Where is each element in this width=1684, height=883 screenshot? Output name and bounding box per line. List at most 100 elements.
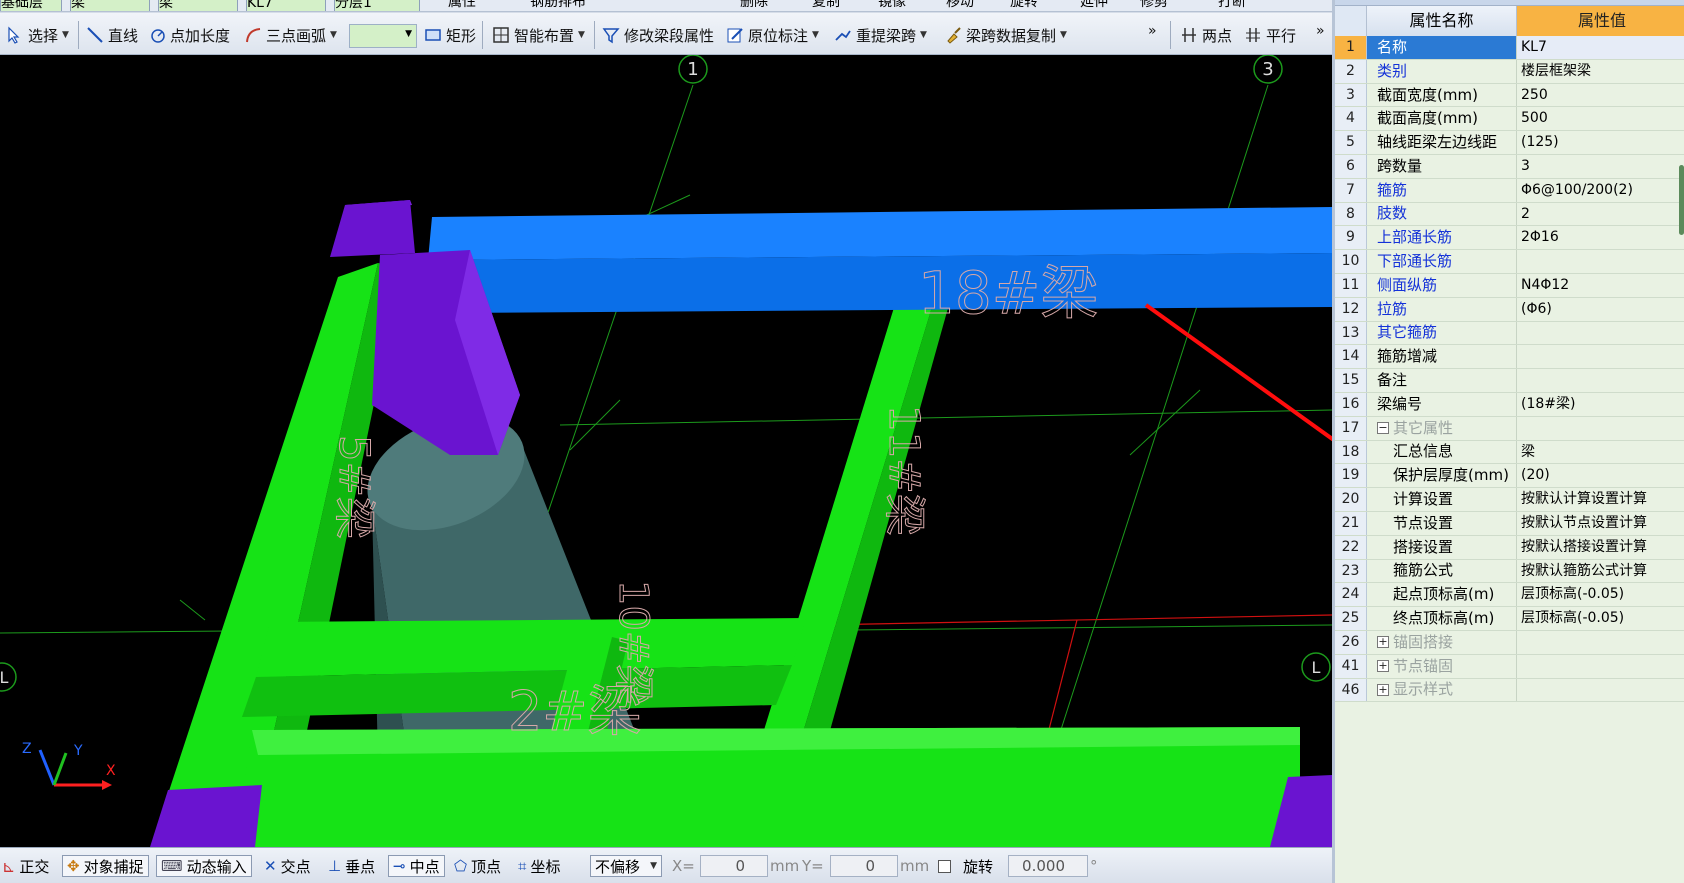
property-row[interactable]: 7 箍筋 Φ6@100/200(2) (1335, 178, 1684, 203)
attr-button[interactable]: 属性 (448, 0, 476, 11)
column-header-value[interactable]: 属性值 (1517, 6, 1684, 36)
property-row[interactable]: 23 箍筋公式 按默认箍筋公式计算 (1335, 559, 1684, 584)
property-value[interactable]: Φ6@100/200(2) (1517, 179, 1684, 202)
rebar-layout-button[interactable]: 钢筋排布 (530, 0, 586, 11)
ortho-toggle[interactable]: ⊾ 正交 (2, 855, 49, 877)
layer-combo[interactable]: 分层1 (334, 0, 420, 11)
property-value[interactable] (1517, 250, 1684, 273)
dropdown-arrow-icon[interactable]: ▼ (62, 30, 69, 40)
3d-viewport[interactable]: 1 3 L L 18#梁 2#梁 5#梁 11#梁 10#梁 X Z Y (0, 55, 1332, 847)
property-value[interactable]: KL7 (1517, 36, 1684, 59)
property-value[interactable]: 2Φ16 (1517, 226, 1684, 249)
snap-toggle[interactable]: ✥ 对象捕捉 (62, 855, 149, 877)
rotate-checkbox[interactable]: 旋转 (938, 855, 993, 877)
property-row[interactable]: 22 搭接设置 按默认搭接设置计算 (1335, 535, 1684, 560)
property-row[interactable]: 20 计算设置 按默认计算设置计算 (1335, 488, 1684, 512)
property-row[interactable]: 21 节点设置 按默认节点设置计算 (1335, 511, 1684, 536)
property-row[interactable]: 25 终点顶标高(m) 层顶标高(-0.05) (1335, 607, 1684, 631)
property-row[interactable]: 18 汇总信息 梁 (1335, 440, 1684, 465)
property-value[interactable]: 按默认搭接设置计算 (1517, 536, 1684, 559)
property-value[interactable] (1517, 631, 1684, 654)
x-input[interactable]: 0 (700, 855, 768, 877)
property-value[interactable]: 梁 (1517, 441, 1684, 464)
perpendicular-snap[interactable]: ⊥ 垂点 (328, 855, 375, 877)
property-value[interactable]: (20) (1517, 464, 1684, 487)
copy-span-data-tool[interactable]: 梁跨数据复制 ▼ (944, 23, 1067, 47)
property-row[interactable]: 11 侧面纵筋 N4Φ12 (1335, 273, 1684, 298)
property-value[interactable]: 按默认计算设置计算 (1517, 488, 1684, 511)
arc-tool[interactable]: 三点画弧 ▼ (244, 23, 337, 47)
property-row[interactable]: 15 备注 (1335, 369, 1684, 393)
dropdown-arrow-icon[interactable]: ▼ (920, 30, 927, 40)
offset-mode-select[interactable]: 不偏移 ▼ (590, 855, 662, 877)
property-row[interactable]: 13 其它箍筋 (1335, 321, 1684, 346)
property-row[interactable]: 3 截面宽度(mm) 250 (1335, 83, 1684, 108)
re-extract-span-tool[interactable]: 重提梁跨 ▼ (834, 23, 927, 47)
property-value[interactable]: 按默认箍筋公式计算 (1517, 560, 1684, 583)
property-value[interactable]: 按默认节点设置计算 (1517, 512, 1684, 535)
y-input[interactable]: 0 (830, 855, 898, 877)
expand-icon[interactable]: + (1377, 660, 1389, 673)
property-row[interactable]: 8 肢数 2 (1335, 202, 1684, 227)
property-row[interactable]: 17− 其它属性 (1335, 416, 1684, 441)
property-value[interactable]: 500 (1517, 107, 1684, 130)
dropdown-arrow-icon[interactable]: ▼ (1060, 30, 1067, 40)
property-value[interactable]: (18#梁) (1517, 393, 1684, 416)
property-row[interactable]: 16 梁编号 (18#梁) (1335, 392, 1684, 417)
coordinate-snap[interactable]: ⌗ 坐标 (518, 855, 560, 877)
floor-combo[interactable]: 基础层 (0, 0, 62, 11)
two-point-tool[interactable]: 两点 (1180, 23, 1232, 47)
name-combo[interactable]: KL7 (246, 0, 326, 11)
rect-tool[interactable]: 矩形 (424, 23, 476, 47)
subtype-combo[interactable]: 梁 (158, 0, 238, 11)
property-row[interactable]: 9 上部通长筋 2Φ16 (1335, 226, 1684, 251)
modify-span-tool[interactable]: 修改梁段属性 (602, 23, 714, 47)
property-value[interactable]: (125) (1517, 131, 1684, 154)
property-value[interactable]: 2 (1517, 203, 1684, 226)
property-value[interactable]: 楼层框架梁 (1517, 60, 1684, 83)
trim-button[interactable]: 修剪 (1140, 0, 1168, 11)
intersection-snap[interactable]: ✕ 交点 (264, 855, 311, 877)
property-row[interactable]: 1 名称 KL7 (1335, 36, 1684, 60)
column-header-name[interactable]: 属性名称 (1367, 6, 1517, 36)
property-row[interactable]: 2 类别 楼层框架梁 (1335, 59, 1684, 84)
mirror-button[interactable]: 镜像 (878, 0, 906, 11)
property-value[interactable]: 250 (1517, 84, 1684, 107)
property-value[interactable]: N4Φ12 (1517, 274, 1684, 297)
expand-icon[interactable]: + (1377, 683, 1389, 696)
dropdown-arrow-icon[interactable]: ▼ (578, 30, 585, 40)
model-canvas[interactable]: 1 3 L L 18#梁 2#梁 5#梁 11#梁 10#梁 X Z Y (0, 55, 1332, 847)
property-value[interactable] (1517, 655, 1684, 678)
property-row[interactable]: 46 + 显示样式 (1335, 678, 1684, 703)
more-tools-button-2[interactable]: » (1316, 19, 1325, 43)
property-value[interactable] (1517, 369, 1684, 392)
point-length-tool[interactable]: 点加长度 (148, 23, 230, 47)
property-value[interactable]: 层顶标高(-0.05) (1517, 607, 1684, 630)
type-combo[interactable]: 梁 (70, 0, 150, 11)
property-row[interactable]: 6 跨数量 3 (1335, 154, 1684, 179)
smart-layout-tool[interactable]: 智能布置 ▼ (492, 23, 585, 47)
beam-18[interactable] (428, 207, 1332, 313)
dropdown-arrow-icon[interactable]: ▼ (812, 30, 819, 40)
dynamic-input-toggle[interactable]: ⌨ 动态输入 (156, 855, 252, 877)
bottom-beam[interactable] (235, 727, 1300, 847)
property-row[interactable]: 26 + 锚固搭接 (1335, 630, 1684, 655)
rotate-input[interactable]: 0.000 (1008, 855, 1088, 877)
property-row[interactable]: 41 + 节点锚固 (1335, 654, 1684, 679)
column-bottom-left[interactable] (150, 785, 262, 847)
scrollbar-thumb[interactable] (1679, 165, 1684, 235)
property-value[interactable] (1517, 417, 1684, 440)
property-value[interactable]: 层顶标高(-0.05) (1517, 583, 1684, 606)
in-place-label-tool[interactable]: 原位标注 ▼ (726, 23, 819, 47)
more-tools-button[interactable]: » (1148, 19, 1157, 43)
collapse-icon[interactable]: − (1377, 422, 1389, 435)
property-row[interactable]: 19 保护层厚度(mm) (20) (1335, 464, 1684, 489)
property-value[interactable]: 3 (1517, 155, 1684, 178)
property-row[interactable]: 14 箍筋增减 (1335, 345, 1684, 370)
property-value[interactable] (1517, 679, 1684, 702)
property-value[interactable]: (Φ6) (1517, 298, 1684, 321)
expand-icon[interactable]: + (1377, 636, 1389, 649)
select-tool[interactable]: 选择 ▼ (6, 23, 69, 47)
property-row[interactable]: 5 轴线距梁左边线距 (125) (1335, 131, 1684, 155)
extend-button[interactable]: 延伸 (1080, 0, 1108, 11)
